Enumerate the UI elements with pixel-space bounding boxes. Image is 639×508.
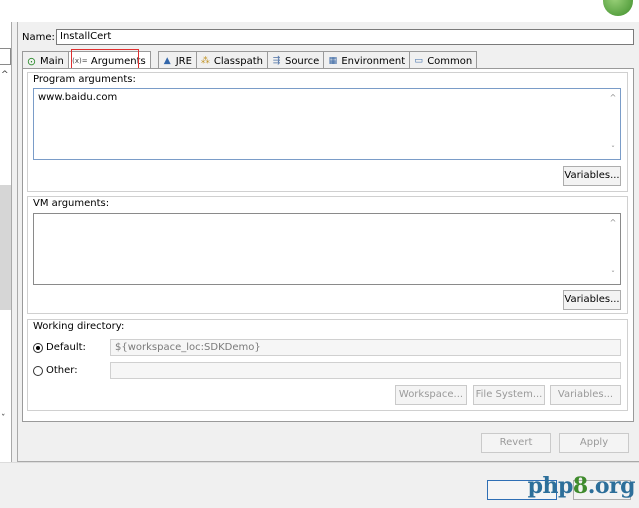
watermark-part2: 8 xyxy=(572,473,588,499)
apply-button[interactable]: Apply xyxy=(559,433,629,453)
source-icon: ⇶ xyxy=(272,55,281,66)
tab-main[interactable]: ⊙ Main xyxy=(22,51,69,68)
window-top-strip xyxy=(0,0,639,22)
program-arguments-value: www.baidu.com xyxy=(38,92,118,103)
tab-common-label: Common xyxy=(427,55,473,67)
working-dir-other-radio[interactable] xyxy=(33,366,43,376)
file-system-button[interactable]: File System... xyxy=(473,385,545,405)
tab-environment-label: Environment xyxy=(341,55,406,67)
vm-arguments-variables-button[interactable]: Variables... xyxy=(563,290,621,310)
tree-scroll-up-icon[interactable]: ^ xyxy=(1,70,9,80)
tab-jre[interactable]: ▲ JRE xyxy=(157,51,197,68)
program-args-scroll-up-icon[interactable]: ^ xyxy=(608,93,618,102)
working-dir-default-radio[interactable] xyxy=(33,343,43,353)
revert-button[interactable]: Revert xyxy=(481,433,551,453)
tab-common[interactable]: ▭ Common xyxy=(409,51,478,68)
watermark-part3: .org xyxy=(587,473,636,499)
workspace-button[interactable]: Workspace... xyxy=(395,385,467,405)
tab-main-label: Main xyxy=(40,55,64,67)
tree-scrollbar-thumb[interactable] xyxy=(0,185,11,310)
program-arguments-variables-button[interactable]: Variables... xyxy=(563,166,621,186)
classpath-icon: ⁂ xyxy=(200,55,210,66)
vm-arguments-label: VM arguments: xyxy=(33,198,110,209)
working-dir-other-label: Other: xyxy=(46,365,78,376)
vm-arguments-textarea[interactable]: ^ ˇ xyxy=(33,213,621,285)
environment-icon: ▦ xyxy=(328,55,338,66)
tab-source[interactable]: ⇶ Source xyxy=(266,51,325,68)
arguments-tab-highlight xyxy=(71,49,139,70)
tab-source-label: Source xyxy=(284,55,320,67)
working-dir-default-field: ${workspace_loc:SDKDemo} xyxy=(110,339,621,356)
program-arguments-label: Program arguments: xyxy=(33,74,136,85)
name-label: Name: xyxy=(22,32,55,43)
jre-icon: ▲ xyxy=(163,55,171,66)
dialog-divider xyxy=(0,462,639,463)
tab-classpath-label: Classpath xyxy=(213,55,263,67)
working-directory-label: Working directory: xyxy=(33,321,125,332)
vm-args-scroll-down-icon[interactable]: ˇ xyxy=(608,270,618,279)
program-args-scroll-down-icon[interactable]: ˇ xyxy=(608,145,618,154)
tab-classpath[interactable]: ⁂ Classpath xyxy=(195,51,268,68)
tab-jre-label: JRE xyxy=(175,55,192,67)
filter-input[interactable] xyxy=(0,48,11,65)
vm-arguments-value xyxy=(34,214,620,220)
name-field[interactable]: InstallCert xyxy=(56,29,634,45)
main-run-icon: ⊙ xyxy=(26,54,37,68)
program-arguments-textarea[interactable]: www.baidu.com ^ ˇ xyxy=(33,88,621,160)
working-dir-other-field[interactable] xyxy=(110,362,621,379)
watermark-part1: php xyxy=(527,473,574,499)
vm-args-scroll-up-icon[interactable]: ^ xyxy=(608,218,618,227)
tab-environment[interactable]: ▦ Environment xyxy=(323,51,411,68)
common-icon: ▭ xyxy=(414,55,423,66)
working-dir-default-label: Default: xyxy=(46,342,86,353)
tree-scroll-down-icon[interactable]: ˇ xyxy=(1,414,6,424)
php8-watermark: php8.org xyxy=(527,473,636,499)
working-dir-variables-button[interactable]: Variables... xyxy=(550,385,621,405)
